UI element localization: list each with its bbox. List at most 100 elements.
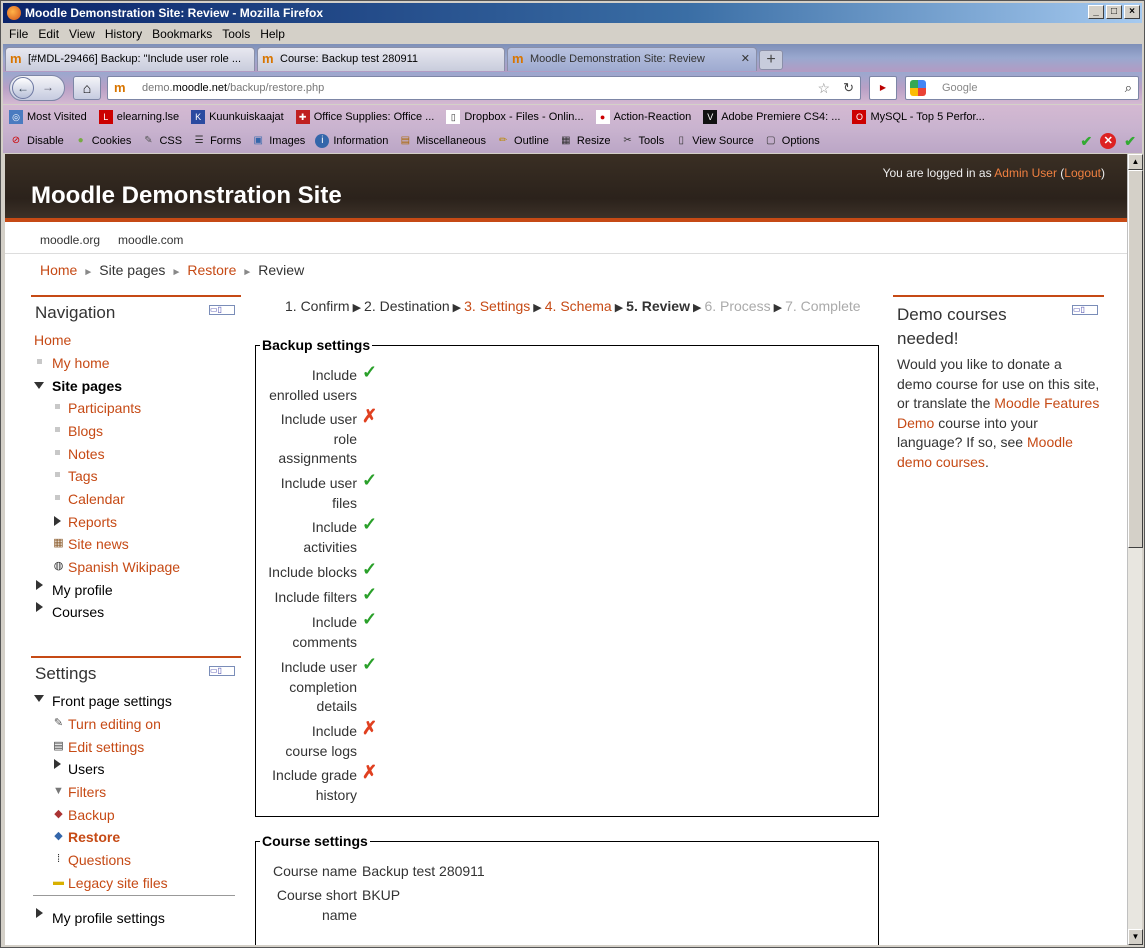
moodle-favicon-icon: m: [10, 51, 22, 66]
news-icon: ▦: [53, 537, 64, 549]
block-controls-icon[interactable]: ▭▯: [209, 305, 235, 315]
expanded-icon[interactable]: [34, 382, 44, 389]
breadcrumb-home[interactable]: Home: [40, 262, 77, 278]
breadcrumb-restore[interactable]: Restore: [187, 262, 236, 278]
menu-moodle-com[interactable]: moodle.com: [118, 233, 183, 247]
back-button[interactable]: ←: [12, 77, 34, 99]
scroll-up-button[interactable]: ▲: [1128, 154, 1143, 170]
forward-button[interactable]: →: [42, 80, 54, 94]
url-bar[interactable]: m demo.moodle.net/backup/restore.php ☆ ↻: [107, 76, 861, 100]
nav-home[interactable]: Home: [34, 332, 71, 348]
bookmark-kuunkuiskaajat[interactable]: K Kuunkuiskaajat: [185, 110, 290, 124]
step-settings[interactable]: 3. Settings: [464, 298, 530, 314]
logout-link[interactable]: Logout: [1064, 166, 1101, 180]
settings-legacy-files[interactable]: Legacy site files: [68, 875, 168, 891]
nav-blogs[interactable]: Blogs: [68, 423, 103, 439]
menu-help[interactable]: Help: [260, 24, 285, 44]
nav-tags[interactable]: Tags: [68, 468, 98, 484]
dev-options[interactable]: ▢ Options: [758, 134, 824, 148]
collapsed-icon[interactable]: [54, 516, 61, 526]
nav-notes[interactable]: Notes: [68, 446, 105, 462]
dev-disable[interactable]: ⊘ Disable: [3, 134, 68, 148]
tab-course[interactable]: m Course: Backup test 280911: [257, 47, 505, 71]
tab-mdl-issue[interactable]: m [#MDL-29466] Backup: "Include user role…: [5, 47, 255, 71]
dev-miscellaneous[interactable]: ▤ Miscellaneous: [392, 134, 490, 148]
block-controls-icon[interactable]: ▭▯: [209, 666, 235, 676]
close-tab-icon[interactable]: ✕: [741, 48, 750, 70]
step-schema[interactable]: 4. Schema: [545, 298, 612, 314]
bookmark-adobe[interactable]: V Adobe Premiere CS4: ...: [697, 110, 846, 124]
close-button[interactable]: ×: [1124, 5, 1140, 19]
valid-check-icon[interactable]: ✔: [1124, 133, 1136, 150]
vertical-scrollbar[interactable]: ▲ ▼: [1127, 154, 1143, 945]
bookmark-mysql[interactable]: O MySQL - Top 5 Perfor...: [846, 110, 990, 124]
scroll-thumb[interactable]: [1128, 170, 1143, 548]
user-link[interactable]: Admin User: [994, 166, 1057, 180]
dev-css[interactable]: ✎ CSS: [135, 134, 186, 148]
settings-restore[interactable]: Restore: [68, 829, 120, 845]
collapsed-icon[interactable]: [36, 580, 43, 590]
settings-edit-settings[interactable]: Edit settings: [68, 739, 144, 755]
nav-reports[interactable]: Reports: [68, 514, 117, 530]
home-button[interactable]: ⌂: [73, 76, 101, 100]
bookmark-star-icon[interactable]: ☆: [817, 77, 830, 99]
bookmark-office-supplies[interactable]: ✚ Office Supplies: Office ...: [290, 110, 441, 124]
youtube-button[interactable]: ▶: [869, 76, 897, 100]
search-icon[interactable]: ⌕: [1125, 77, 1132, 99]
menu-view[interactable]: View: [69, 24, 95, 44]
bookmark-most-visited[interactable]: ◎ Most Visited: [3, 110, 93, 124]
reload-icon[interactable]: ↻: [843, 77, 854, 99]
settings-my-profile[interactable]: My profile settings: [52, 910, 165, 926]
nav-site-news[interactable]: Site news: [68, 536, 129, 552]
settings-block: Settings ▭▯ Front page settings ✎ Turn e…: [31, 656, 241, 945]
settings-questions[interactable]: Questions: [68, 852, 131, 868]
tab-review[interactable]: m Moodle Demonstration Site: Review ✕: [507, 47, 757, 71]
collapsed-icon[interactable]: [36, 908, 43, 918]
dev-forms[interactable]: ☰ Forms: [186, 134, 245, 148]
menu-tools[interactable]: Tools: [222, 24, 250, 44]
dev-view-source[interactable]: ▯ View Source: [668, 134, 758, 148]
bookmark-action-reaction[interactable]: ● Action-Reaction: [590, 110, 698, 124]
check-icon: ✓: [362, 559, 378, 579]
menu-history[interactable]: History: [105, 24, 142, 44]
settings-filters[interactable]: Filters: [68, 784, 106, 800]
dev-cookies[interactable]: ● Cookies: [68, 134, 136, 148]
nav-my-profile[interactable]: My profile: [52, 582, 113, 598]
menu-bookmarks[interactable]: Bookmarks: [152, 24, 212, 44]
dev-information[interactable]: i Information: [309, 134, 392, 148]
nav-participants[interactable]: Participants: [68, 400, 141, 416]
nav-spanish-wikipage[interactable]: Spanish Wikipage: [68, 559, 180, 575]
dev-tools[interactable]: ✂ Tools: [615, 134, 669, 148]
nav-calendar[interactable]: Calendar: [68, 491, 125, 507]
menu-edit[interactable]: Edit: [38, 24, 59, 44]
valid-check-icon[interactable]: ✔: [1081, 133, 1093, 150]
menu-file[interactable]: File: [9, 24, 28, 44]
nav-site-pages[interactable]: Site pages: [52, 378, 122, 394]
settings-backup[interactable]: Backup: [68, 807, 115, 823]
step-confirm: 1. Confirm: [285, 298, 350, 314]
minimize-button[interactable]: _: [1088, 5, 1104, 19]
new-tab-button[interactable]: +: [759, 50, 783, 70]
dev-outline[interactable]: ✏ Outline: [490, 134, 553, 148]
settings-front-page[interactable]: Front page settings: [52, 693, 172, 709]
settings-turn-editing-on[interactable]: Turn editing on: [68, 716, 161, 732]
error-icon[interactable]: ✕: [1100, 133, 1117, 149]
menu-moodle-org[interactable]: moodle.org: [40, 233, 100, 247]
collapsed-icon[interactable]: [36, 602, 43, 612]
bookmark-elearning[interactable]: Lelearning.lse: [93, 110, 185, 124]
maximize-button[interactable]: □: [1106, 5, 1122, 19]
bookmark-dropbox[interactable]: ▯ Dropbox - Files - Onlin...: [440, 110, 589, 124]
nav-my-home[interactable]: My home: [52, 355, 110, 371]
nav-courses[interactable]: Courses: [52, 604, 104, 620]
backup-setting-label: Include filters: [274, 589, 357, 605]
restore-icon: ◆: [54, 830, 63, 842]
collapsed-icon[interactable]: [54, 759, 61, 769]
scroll-down-button[interactable]: ▼: [1128, 929, 1143, 945]
course-name-value: Backup test 280911: [362, 863, 485, 879]
expanded-icon[interactable]: [34, 695, 44, 702]
search-box[interactable]: Google ⌕: [905, 76, 1139, 100]
block-controls-icon[interactable]: ▭▯: [1072, 305, 1098, 315]
dev-resize[interactable]: ▦ Resize: [553, 134, 615, 148]
dev-images[interactable]: ▣ Images: [245, 134, 309, 148]
settings-users[interactable]: Users: [68, 761, 105, 777]
